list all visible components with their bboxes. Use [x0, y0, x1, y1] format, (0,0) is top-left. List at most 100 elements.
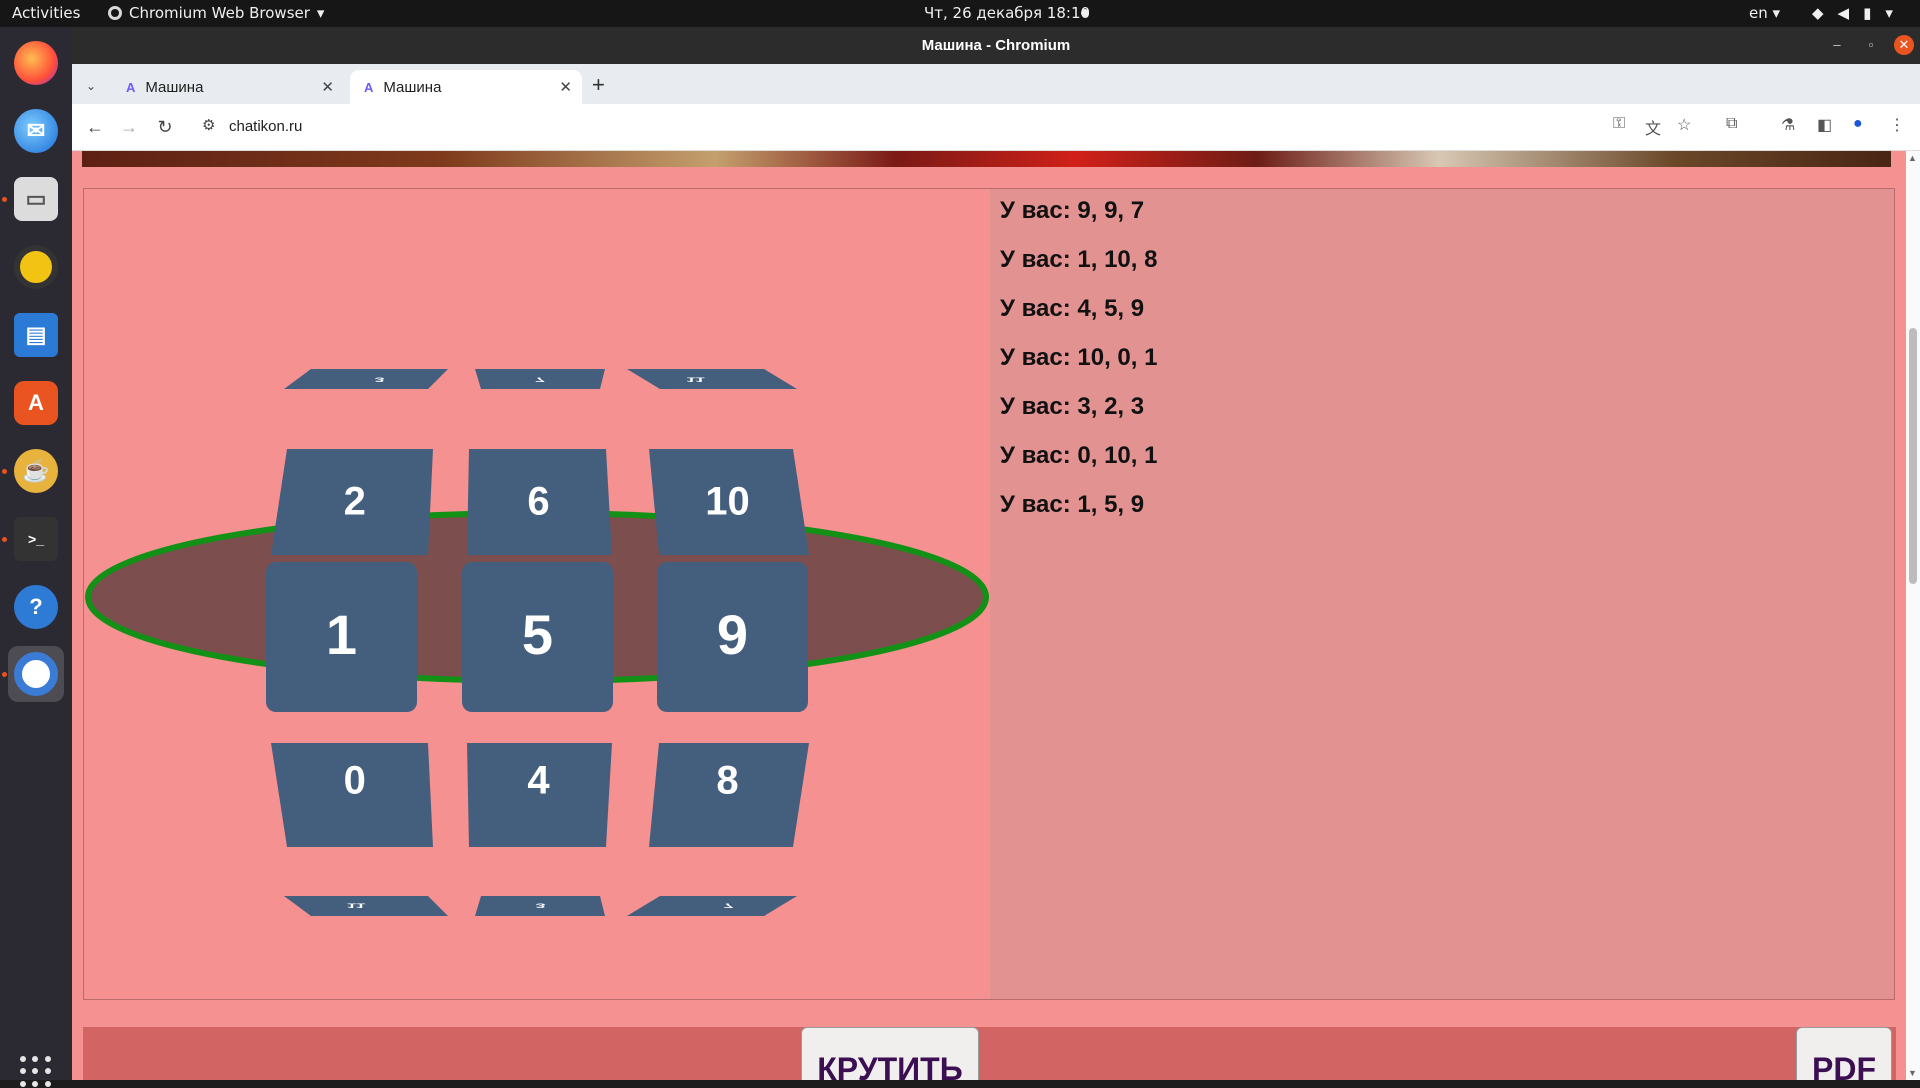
reel-number-bottom: 0 [344, 759, 366, 803]
reel-cell-bottom-small [284, 896, 448, 916]
tab-close-icon[interactable]: ✕ [321, 78, 334, 96]
reel-number-bottom-small: 11 [346, 902, 366, 909]
scroll-down-icon[interactable]: ▼ [1908, 1068, 1917, 1078]
terminal-icon: >_ [14, 517, 58, 561]
page-viewport: 3 2 1 0 11 7 6 5 4 3 11 10 9 8 7 У вас: 9, 9, 7У вас: … [72, 151, 1920, 1080]
writer-icon: ▤ [14, 313, 58, 357]
dock-firefox[interactable] [8, 35, 64, 91]
tab-mashina-1[interactable]: A Машина ✕ [112, 70, 344, 104]
app-menu-label: Chromium Web Browser [129, 4, 310, 22]
reload-icon[interactable]: ↻ [152, 114, 178, 140]
dock-writer[interactable]: ▤ [8, 307, 64, 363]
spin-button[interactable]: КРУТИТЬ [801, 1027, 979, 1080]
language-label: en [1749, 4, 1768, 22]
app-menu[interactable]: Chromium Web Browser ▾ [108, 4, 324, 22]
browser-window: Машина - Chromium – ▫ ✕ ⌄ A Машина ✕ A М… [72, 27, 1920, 1080]
running-indicator [2, 672, 7, 677]
firefox-icon [14, 41, 58, 85]
app-center-icon: A [14, 381, 58, 425]
chromium-icon [108, 6, 122, 20]
window-title: Машина - Chromium [921, 37, 1071, 54]
reel-cell-bottom-small [627, 896, 797, 916]
site-info-icon[interactable]: ⚙ [202, 116, 215, 134]
menu-kebab-icon[interactable]: ⋮ [1889, 115, 1905, 135]
files-icon: ▭ [14, 177, 58, 221]
minimize-icon[interactable]: – [1827, 35, 1847, 55]
maximize-icon[interactable]: ▫ [1861, 35, 1881, 55]
translate-icon[interactable]: 文 [1645, 115, 1661, 139]
page-scrollbar[interactable]: ▲ ▼ [1906, 151, 1920, 1080]
reel-number-top-small: 3 [374, 376, 384, 383]
dock-terminal[interactable]: >_ [8, 511, 64, 567]
dock-files[interactable]: ▭ [8, 171, 64, 227]
site-favicon-icon: A [126, 79, 136, 95]
site-favicon-icon: A [364, 79, 374, 95]
language-indicator[interactable]: en ▾ [1749, 4, 1780, 22]
history-item: У вас: 1, 5, 9 [1000, 491, 1145, 518]
tab-close-icon[interactable]: ✕ [559, 78, 572, 96]
extensions-puzzle-icon[interactable]: ⧉ [1726, 115, 1737, 133]
history-item: У вас: 10, 0, 1 [1000, 344, 1158, 371]
reel-number-top-small: 11 [686, 376, 706, 383]
new-tab-icon[interactable]: + [592, 72, 605, 98]
notification-dot-icon [1081, 9, 1089, 17]
side-panel-icon[interactable]: ◧ [1817, 115, 1832, 135]
scrollbar-thumb[interactable] [1909, 328, 1917, 584]
address-bar[interactable]: chatikon.ru [229, 118, 302, 135]
reel-number-bottom: 8 [716, 759, 738, 803]
reel-number-bottom: 4 [527, 759, 550, 803]
reel-number-bottom-small: 7 [723, 902, 733, 909]
running-indicator [2, 197, 7, 202]
wifi-icon: ◆ [1812, 4, 1824, 22]
dock-help[interactable]: ? [8, 579, 64, 635]
reel-cell-top-small [284, 369, 448, 389]
reel-number-top: 6 [527, 480, 549, 524]
close-icon[interactable]: ✕ [1894, 35, 1914, 55]
history-item: У вас: 9, 9, 7 [1000, 197, 1145, 224]
tab-title: Машина [383, 78, 442, 96]
password-key-icon[interactable]: ⚿ [1613, 115, 1625, 133]
reel-number-middle: 1 [326, 603, 357, 666]
bookmark-star-icon[interactable]: ☆ [1677, 115, 1691, 135]
reel-number-middle: 9 [717, 603, 748, 666]
thunderbird-icon: ✉ [14, 109, 58, 153]
labs-flask-icon[interactable]: ⚗ [1781, 115, 1795, 135]
history-item: У вас: 4, 5, 9 [1000, 295, 1145, 322]
show-apps-grid-icon[interactable] [20, 1056, 52, 1088]
browser-toolbar: ← → ↻ ⚙ chatikon.ru ⚿ 文 ☆ ⧉ ⚗ ◧ ● ⋮ [72, 104, 1920, 151]
dock-kettle[interactable]: ☕ [8, 443, 64, 499]
tab-search-chevron-icon[interactable]: ⌄ [86, 79, 96, 93]
clock[interactable]: Чт, 26 декабря 18:10 [924, 4, 1090, 22]
reel-number-bottom-small: 3 [535, 902, 545, 909]
header-banner-image [82, 151, 1891, 167]
profile-avatar-icon[interactable]: ● [1853, 115, 1863, 133]
dock-chromium[interactable] [8, 646, 64, 702]
dock: ✉ ▭ ▤ A ☕ >_ ? [0, 27, 72, 1087]
chevron-down-icon: ▾ [316, 4, 325, 22]
scroll-up-icon[interactable]: ▲ [1908, 153, 1917, 163]
pdf-button[interactable]: PDF [1796, 1027, 1892, 1080]
running-indicator [2, 469, 7, 474]
rhythmbox-icon [14, 245, 58, 289]
reel-cell-top-small [627, 369, 797, 389]
tab-title: Машина [145, 78, 204, 96]
tab-mashina-2[interactable]: A Машина ✕ [350, 70, 582, 104]
dock-app-center[interactable]: A [8, 375, 64, 431]
dock-thunderbird[interactable]: ✉ [8, 103, 64, 159]
dock-rhythmbox[interactable] [8, 239, 64, 295]
back-arrow-icon[interactable]: ← [82, 114, 108, 140]
reel-number-middle: 5 [522, 603, 553, 666]
battery-icon: ▮ [1863, 4, 1872, 22]
activities-button[interactable]: Activities [12, 4, 80, 22]
reel-number-top: 10 [705, 480, 750, 524]
slot-machine-drawing: 321011765431110987 [85, 369, 989, 916]
forward-arrow-icon[interactable]: → [116, 114, 142, 140]
chromium-icon [14, 652, 58, 696]
tab-strip: ⌄ A Машина ✕ A Машина ✕ + [72, 64, 1920, 104]
system-menu-chevron-icon: ▾ [1885, 4, 1893, 22]
controls-bar: КРУТИТЬ PDF [83, 1027, 1896, 1080]
system-status-area[interactable]: ◆ ◀ ▮ ▾ [1812, 4, 1893, 22]
history-item: У вас: 3, 2, 3 [1000, 393, 1145, 420]
volume-icon: ◀ [1837, 4, 1850, 22]
reel-number-top: 2 [344, 480, 366, 524]
